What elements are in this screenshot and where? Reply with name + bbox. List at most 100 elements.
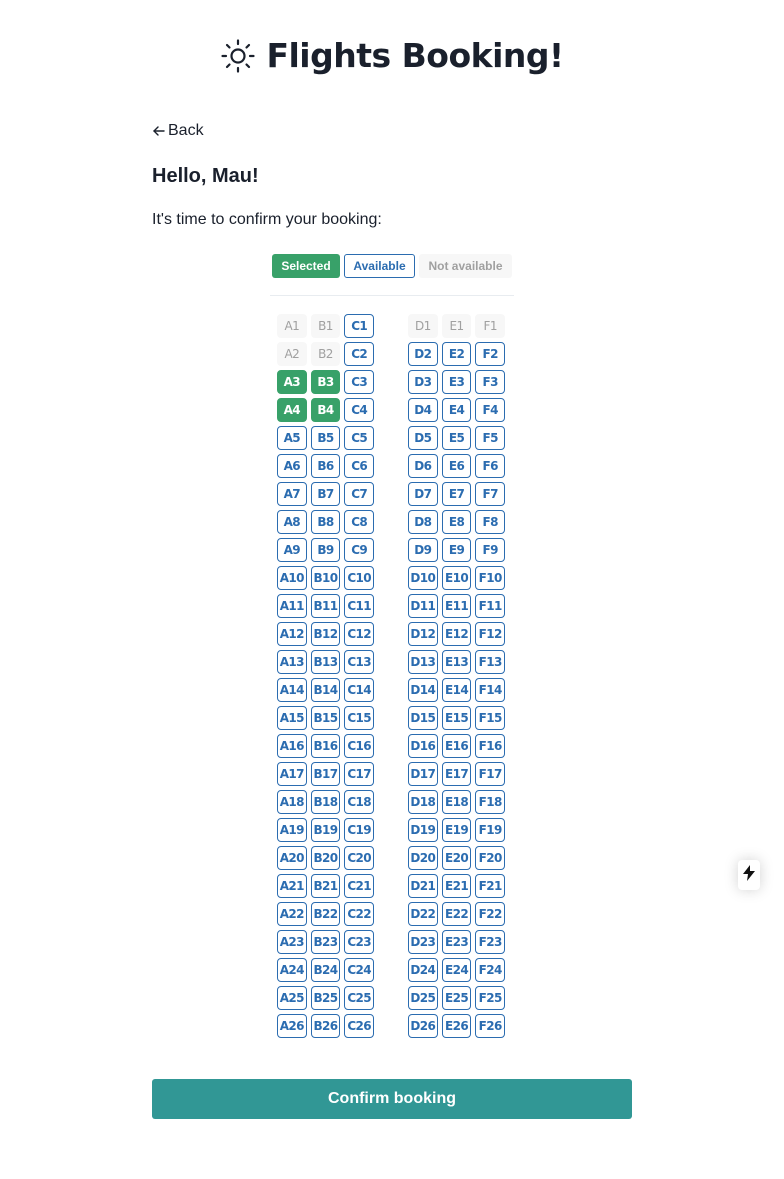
seat-f16[interactable]: F16 (475, 734, 506, 758)
seat-e4[interactable]: E4 (441, 398, 472, 422)
seat-b8[interactable]: B8 (310, 510, 341, 534)
seat-d25[interactable]: D25 (408, 986, 438, 1010)
seat-f5[interactable]: F5 (475, 426, 506, 450)
seat-c26[interactable]: C26 (344, 1014, 375, 1038)
seat-b11[interactable]: B11 (310, 594, 341, 618)
seat-b15[interactable]: B15 (310, 706, 341, 730)
seat-f15[interactable]: F15 (475, 706, 506, 730)
seat-a25[interactable]: A25 (277, 986, 307, 1010)
seat-c24[interactable]: C24 (344, 958, 375, 982)
seat-d11[interactable]: D11 (408, 594, 438, 618)
seat-d13[interactable]: D13 (408, 650, 438, 674)
seat-a8[interactable]: A8 (277, 510, 307, 534)
seat-f3[interactable]: F3 (475, 370, 506, 394)
seat-f18[interactable]: F18 (475, 790, 506, 814)
seat-d19[interactable]: D19 (408, 818, 438, 842)
seat-c2[interactable]: C2 (344, 342, 375, 366)
seat-a24[interactable]: A24 (277, 958, 307, 982)
seat-b6[interactable]: B6 (310, 454, 341, 478)
seat-e19[interactable]: E19 (441, 818, 472, 842)
seat-e26[interactable]: E26 (441, 1014, 472, 1038)
seat-f24[interactable]: F24 (475, 958, 506, 982)
seat-c20[interactable]: C20 (344, 846, 375, 870)
seat-a13[interactable]: A13 (277, 650, 307, 674)
seat-b20[interactable]: B20 (310, 846, 341, 870)
seat-c6[interactable]: C6 (344, 454, 375, 478)
seat-e15[interactable]: E15 (441, 706, 472, 730)
seat-b17[interactable]: B17 (310, 762, 341, 786)
seat-f8[interactable]: F8 (475, 510, 506, 534)
seat-e17[interactable]: E17 (441, 762, 472, 786)
seat-d23[interactable]: D23 (408, 930, 438, 954)
seat-d15[interactable]: D15 (408, 706, 438, 730)
seat-e25[interactable]: E25 (441, 986, 472, 1010)
seat-d8[interactable]: D8 (408, 510, 438, 534)
seat-f25[interactable]: F25 (475, 986, 506, 1010)
seat-b21[interactable]: B21 (310, 874, 341, 898)
seat-b22[interactable]: B22 (310, 902, 341, 926)
seat-d12[interactable]: D12 (408, 622, 438, 646)
seat-c1[interactable]: C1 (344, 314, 375, 338)
seat-b10[interactable]: B10 (310, 566, 341, 590)
seat-e6[interactable]: E6 (441, 454, 472, 478)
back-link[interactable]: Back (152, 122, 204, 140)
seat-a12[interactable]: A12 (277, 622, 307, 646)
seat-a26[interactable]: A26 (277, 1014, 307, 1038)
seat-d21[interactable]: D21 (408, 874, 438, 898)
seat-f20[interactable]: F20 (475, 846, 506, 870)
dev-tools-badge[interactable] (738, 860, 760, 890)
seat-a11[interactable]: A11 (277, 594, 307, 618)
seat-d9[interactable]: D9 (408, 538, 438, 562)
seat-b12[interactable]: B12 (310, 622, 341, 646)
seat-d22[interactable]: D22 (408, 902, 438, 926)
seat-a18[interactable]: A18 (277, 790, 307, 814)
seat-d16[interactable]: D16 (408, 734, 438, 758)
seat-a14[interactable]: A14 (277, 678, 307, 702)
seat-f13[interactable]: F13 (475, 650, 506, 674)
seat-e5[interactable]: E5 (441, 426, 472, 450)
seat-f22[interactable]: F22 (475, 902, 506, 926)
seat-d17[interactable]: D17 (408, 762, 438, 786)
seat-d2[interactable]: D2 (408, 342, 438, 366)
seat-f4[interactable]: F4 (475, 398, 506, 422)
seat-e9[interactable]: E9 (441, 538, 472, 562)
seat-b14[interactable]: B14 (310, 678, 341, 702)
seat-e21[interactable]: E21 (441, 874, 472, 898)
seat-e20[interactable]: E20 (441, 846, 472, 870)
seat-a6[interactable]: A6 (277, 454, 307, 478)
seat-e7[interactable]: E7 (441, 482, 472, 506)
seat-e11[interactable]: E11 (441, 594, 472, 618)
seat-c7[interactable]: C7 (344, 482, 375, 506)
seat-a16[interactable]: A16 (277, 734, 307, 758)
seat-f26[interactable]: F26 (475, 1014, 506, 1038)
seat-e24[interactable]: E24 (441, 958, 472, 982)
seat-f11[interactable]: F11 (475, 594, 506, 618)
seat-d20[interactable]: D20 (408, 846, 438, 870)
seat-e8[interactable]: E8 (441, 510, 472, 534)
seat-f6[interactable]: F6 (475, 454, 506, 478)
seat-b7[interactable]: B7 (310, 482, 341, 506)
seat-b16[interactable]: B16 (310, 734, 341, 758)
seat-d14[interactable]: D14 (408, 678, 438, 702)
seat-c17[interactable]: C17 (344, 762, 375, 786)
seat-b24[interactable]: B24 (310, 958, 341, 982)
seat-a23[interactable]: A23 (277, 930, 307, 954)
seat-d6[interactable]: D6 (408, 454, 438, 478)
seat-b19[interactable]: B19 (310, 818, 341, 842)
seat-a3[interactable]: A3 (277, 370, 307, 394)
seat-e3[interactable]: E3 (441, 370, 472, 394)
seat-c25[interactable]: C25 (344, 986, 375, 1010)
seat-b18[interactable]: B18 (310, 790, 341, 814)
seat-f12[interactable]: F12 (475, 622, 506, 646)
seat-d3[interactable]: D3 (408, 370, 438, 394)
seat-f19[interactable]: F19 (475, 818, 506, 842)
seat-f17[interactable]: F17 (475, 762, 506, 786)
seat-b26[interactable]: B26 (310, 1014, 341, 1038)
seat-c19[interactable]: C19 (344, 818, 375, 842)
seat-c22[interactable]: C22 (344, 902, 375, 926)
seat-f2[interactable]: F2 (475, 342, 506, 366)
seat-e13[interactable]: E13 (441, 650, 472, 674)
seat-a7[interactable]: A7 (277, 482, 307, 506)
seat-b3[interactable]: B3 (310, 370, 341, 394)
seat-c12[interactable]: C12 (344, 622, 375, 646)
